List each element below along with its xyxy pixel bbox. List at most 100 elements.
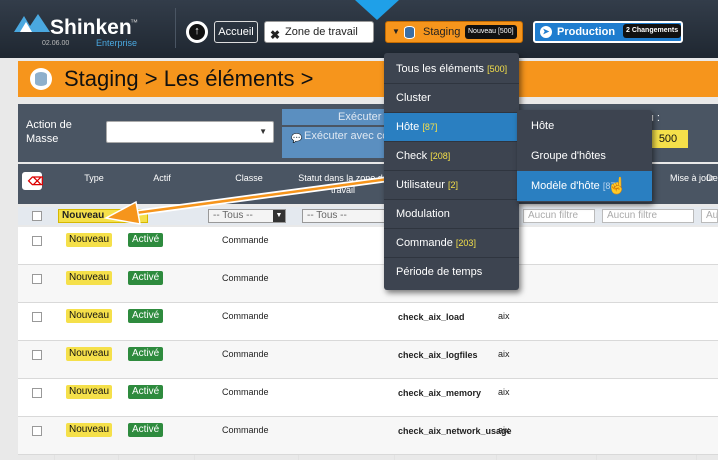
menu-item-modulation[interactable]: Modulation	[384, 200, 519, 229]
zone-de-travail-button[interactable]: ✖ Zone de travail	[264, 21, 374, 43]
menu-item-check[interactable]: Check [208]	[384, 142, 519, 171]
submenu-item-label: Hôte	[531, 120, 555, 132]
name-cell[interactable]: check_aix_memory	[398, 387, 496, 400]
menu-item-utilisateur[interactable]: Utilisateur [2]	[384, 171, 519, 200]
row-checkbox[interactable]	[32, 274, 42, 284]
classe-cell: Commande	[222, 425, 269, 435]
production-button[interactable]: ➤ Production 2 Changements	[533, 21, 683, 43]
row-checkbox[interactable]	[32, 426, 42, 436]
name-cell[interactable]: check_aix_logfiles	[398, 349, 496, 362]
menu-item-tous-les-elements[interactable]: Tous les éléments [500]	[384, 55, 519, 84]
menu-item-hote[interactable]: Hôte [87]	[384, 113, 519, 142]
submenu-item-hote[interactable]: Hôte	[517, 111, 652, 141]
menu-item-commande[interactable]: Commande [203]	[384, 229, 519, 258]
name-cell[interactable]: check_aix_network_usage	[398, 425, 512, 438]
table-row[interactable]: Nouveau Activé Commande check_aix_logfil…	[18, 341, 718, 379]
menu-item-label: Période de temps	[396, 266, 483, 278]
classe-cell: Commande	[222, 273, 269, 283]
tag-cell: aix	[498, 311, 510, 321]
staging-new-badge: Nouveau [500]	[465, 25, 517, 39]
submenu-item-groupe-hotes[interactable]: Groupe d'hôtes	[517, 141, 652, 171]
row-checkbox[interactable]	[32, 388, 42, 398]
table-row[interactable]: Nouveau Activé Commande	[18, 265, 718, 303]
arrow-up-icon: ↑	[189, 24, 205, 40]
row-checkbox[interactable]	[32, 236, 42, 246]
row-checkbox[interactable]	[32, 350, 42, 360]
caret-down-icon: ▼	[392, 27, 400, 36]
submenu-item-modele-hote[interactable]: Modèle d'hôte [87]	[517, 171, 652, 201]
filter-input[interactable]: Auc	[701, 209, 718, 223]
type-badge: Nouveau	[66, 385, 113, 399]
wrench-icon: ✖	[270, 28, 281, 42]
toolbar-divider	[175, 8, 176, 48]
tag-cell: aix	[498, 349, 510, 359]
menu-item-label: Cluster	[396, 92, 431, 104]
production-label: Production	[557, 26, 616, 38]
staging-button[interactable]: ▼ Staging Nouveau [500]	[385, 21, 523, 43]
type-badge: Nouveau	[66, 309, 113, 323]
type-badge: Nouveau	[66, 271, 113, 285]
select-all-checkbox[interactable]	[32, 211, 42, 221]
menu-item-label: Utilisateur	[396, 179, 445, 191]
filter-input[interactable]: Aucun filtre	[602, 209, 694, 223]
caret-down-icon: ▼	[259, 127, 267, 136]
mass-action-label: Action de Masse	[26, 119, 72, 145]
type-badge: Nouveau	[66, 233, 113, 247]
menu-item-cluster[interactable]: Cluster	[384, 84, 519, 113]
column-header-de[interactable]: De	[706, 172, 718, 184]
clear-filters-button[interactable]: ⌫	[22, 172, 44, 190]
menu-item-count: [208]	[430, 151, 451, 161]
zone-de-travail-label: Zone de travail	[285, 26, 358, 38]
menu-item-periode-de-temps[interactable]: Période de temps	[384, 258, 519, 287]
hote-submenu: Hôte Groupe d'hôtes Modèle d'hôte [87]	[517, 110, 652, 202]
shinken-logo-icon	[14, 14, 50, 32]
production-changes-badge: 2 Changements	[623, 24, 682, 38]
menu-item-count: [2]	[447, 180, 458, 190]
type-badge: Nouveau	[66, 347, 113, 361]
menu-item-label: Modulation	[396, 208, 450, 220]
active-badge: Activé	[128, 233, 164, 247]
active-badge: Activé	[128, 347, 164, 361]
tag-cell: aix	[498, 387, 510, 397]
table-row[interactable]: Nouveau Activé Commande check_aix_memory…	[18, 379, 718, 417]
shinken-logo[interactable]: Shinken ™ 02.06.00 Enterprise	[12, 12, 162, 48]
execute-with-comment-label: Exécuter avec commentaire	[304, 130, 392, 142]
name-cell[interactable]: check_aix_load	[398, 311, 496, 324]
elements-table-body: Nouveau Activé Commande Nouveau Activé C…	[18, 227, 718, 460]
classe-cell: Commande	[222, 311, 269, 321]
up-button[interactable]: ↑	[186, 21, 208, 43]
active-badge: Activé	[128, 385, 164, 399]
table-row[interactable]: Nouveau Activé Commande check_aix_networ…	[18, 417, 718, 455]
new-count-value: 500	[648, 130, 688, 148]
accueil-button[interactable]: Accueil	[214, 21, 258, 43]
submenu-item-label: Modèle d'hôte	[531, 180, 600, 192]
logo-trademark: ™	[130, 18, 138, 27]
menu-item-count: [203]	[455, 238, 476, 248]
submenu-item-label: Groupe d'hôtes	[531, 150, 606, 162]
tag-cell: aix	[498, 425, 510, 435]
mass-action-select[interactable]: ▼	[106, 121, 274, 143]
hand-pointer-icon: ☝	[607, 178, 627, 195]
active-badge: Activé	[128, 423, 164, 437]
comment-icon: 💬	[291, 133, 303, 143]
broom-icon: ⌫	[28, 176, 44, 188]
database-icon	[404, 26, 415, 39]
staging-label: Staging	[423, 26, 461, 38]
execute-button[interactable]: Exécuter	[282, 109, 392, 125]
active-badge: Activé	[128, 309, 164, 323]
pointer-arrow-icon	[355, 0, 399, 20]
database-icon	[30, 68, 52, 90]
table-row[interactable]: Nouveau Activé Commande	[18, 227, 718, 265]
classe-cell: Commande	[222, 235, 269, 245]
row-checkbox[interactable]	[32, 312, 42, 322]
type-badge: Nouveau	[66, 423, 113, 437]
logo-version: 02.06.00	[42, 40, 70, 47]
active-badge: Activé	[128, 271, 164, 285]
menu-item-count: [87]	[422, 122, 438, 132]
menu-item-label: Tous les éléments	[396, 63, 485, 75]
logo-name: Shinken	[50, 16, 132, 39]
menu-item-label: Check	[396, 150, 428, 162]
arrow-right-circle-icon: ➤	[540, 26, 552, 38]
table-row[interactable]: Nouveau Activé Commande check_aix_load a…	[18, 303, 718, 341]
menu-item-count: [500]	[487, 64, 508, 74]
